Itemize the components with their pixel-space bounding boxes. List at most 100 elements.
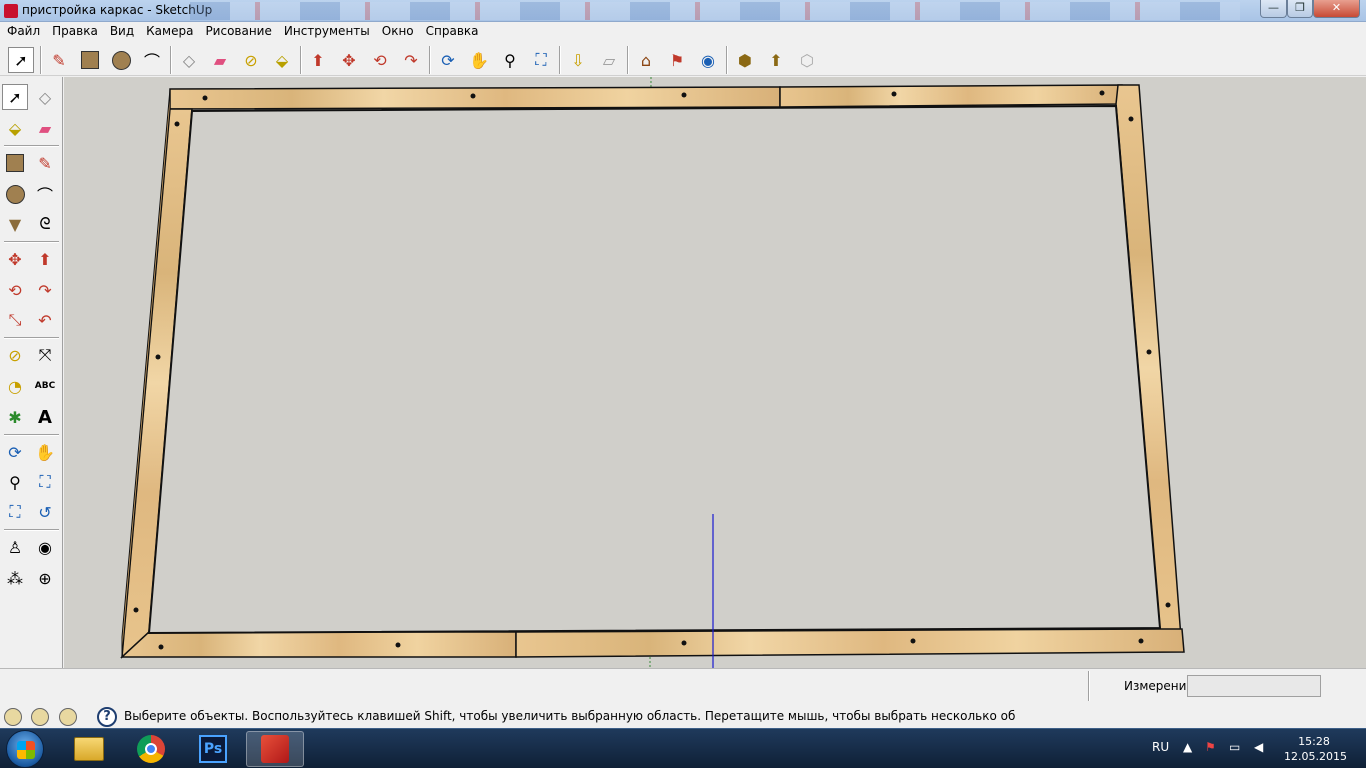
send-to-layout-button[interactable]: ⚑: [664, 47, 690, 73]
arc-tool-button[interactable]: ⌒: [139, 47, 165, 73]
sign-in-icon[interactable]: [59, 708, 77, 726]
menu-camera[interactable]: Камера: [139, 22, 198, 38]
axes-tool-button[interactable]: ✱: [2, 404, 28, 430]
position-camera-button[interactable]: ♙: [2, 534, 28, 560]
look-around-button[interactable]: ◉: [32, 534, 58, 560]
follow-me-button[interactable]: ↷: [32, 277, 58, 303]
menu-draw[interactable]: Рисование: [198, 22, 276, 38]
language-indicator[interactable]: RU: [1152, 740, 1169, 754]
share-model-button[interactable]: ▱: [596, 47, 622, 73]
menu-window[interactable]: Окно: [375, 22, 419, 38]
dimension-icon: ⤧: [38, 345, 52, 364]
rectangle-tool-button[interactable]: [77, 47, 103, 73]
menu-edit[interactable]: Правка: [45, 22, 103, 38]
measurements-input[interactable]: [1187, 675, 1321, 697]
zoom-extents-button[interactable]: ⛶: [528, 47, 554, 73]
taskbar-explorer[interactable]: [60, 731, 118, 767]
geo-location-icon[interactable]: [4, 708, 22, 726]
pencil-icon: ✎: [52, 50, 66, 70]
rectangle-tool-button[interactable]: [2, 150, 28, 176]
pan-button[interactable]: ✋: [32, 439, 58, 465]
zoom-window-button[interactable]: ⛶: [32, 469, 58, 495]
maximize-button[interactable]: ❐: [1287, 0, 1313, 18]
top-beam-left[interactable]: [169, 86, 781, 110]
network-icon[interactable]: ▭: [1229, 740, 1240, 754]
previous-view-button[interactable]: ↺: [32, 499, 58, 525]
bottom-beam-left[interactable]: [120, 631, 517, 658]
bottom-beam-right[interactable]: [515, 628, 1185, 658]
get-models-button[interactable]: ⇩: [565, 47, 591, 73]
taskbar-photoshop[interactable]: Ps: [184, 731, 242, 767]
dimension-tool-button[interactable]: ⤧: [32, 342, 58, 368]
export-button[interactable]: ⬆: [763, 47, 789, 73]
protractor-icon: ◔: [8, 376, 22, 396]
freehand-tool-button[interactable]: ᘓ: [32, 211, 58, 237]
circle-tool-button[interactable]: [108, 47, 134, 73]
show-hidden-icons-icon[interactable]: ▲: [1183, 740, 1192, 754]
zoom-button[interactable]: ⚲: [2, 469, 28, 495]
credits-icon[interactable]: [31, 708, 49, 726]
menu-view[interactable]: Вид: [103, 22, 139, 38]
rotate-tool-button[interactable]: ⟲: [367, 47, 393, 73]
paint-bucket-button[interactable]: ⬙: [269, 47, 295, 73]
start-button[interactable]: [6, 730, 44, 768]
paint-bucket-button[interactable]: ⬙: [2, 115, 28, 141]
zoom-extents-button[interactable]: ⛶: [2, 499, 28, 525]
pencil-tool-button[interactable]: ✎: [32, 150, 58, 176]
close-button[interactable]: ✕: [1313, 0, 1360, 18]
protractor-tool-button[interactable]: ◔: [2, 373, 28, 399]
section-plane-button[interactable]: ⊕: [32, 565, 58, 591]
rectangle-icon: [81, 51, 99, 69]
3d-text-tool-button[interactable]: A: [32, 404, 58, 430]
select-tool-button[interactable]: ➚: [2, 84, 28, 110]
arc-tool-button[interactable]: ⌒: [32, 181, 58, 207]
rotate-tool-button[interactable]: ⟲: [2, 277, 28, 303]
tape-measure-button[interactable]: ⊘: [2, 342, 28, 368]
orbit-button[interactable]: ⟳: [435, 47, 461, 73]
pan-button[interactable]: ✋: [466, 47, 492, 73]
components-button[interactable]: ⬢: [732, 47, 758, 73]
text-tool-button[interactable]: ABC: [32, 373, 58, 399]
top-beam-right[interactable]: [779, 84, 1123, 108]
get-photo-texture-button[interactable]: ⌂: [633, 47, 659, 73]
polygon-tool-button[interactable]: ▼: [2, 211, 28, 237]
move-tool-button[interactable]: ✥: [336, 47, 362, 73]
orbit-button[interactable]: ⟳: [2, 439, 28, 465]
rotate-icon: ⟲: [373, 50, 387, 70]
chrome-icon: [137, 735, 165, 763]
follow-me-button[interactable]: ↷: [398, 47, 424, 73]
eraser-tool-button[interactable]: ▰: [207, 47, 233, 73]
menu-help[interactable]: Справка: [419, 22, 484, 38]
position-camera-icon: ♙: [7, 537, 23, 557]
walk-button[interactable]: ⁂: [2, 565, 28, 591]
move-tool-button[interactable]: ✥: [2, 246, 28, 272]
select-tool-button[interactable]: ➚: [8, 47, 34, 73]
zoom-button[interactable]: ⚲: [497, 47, 523, 73]
scale-tool-button[interactable]: ⤡: [2, 307, 28, 333]
make-component-button[interactable]: ◇: [176, 47, 202, 73]
pencil-tool-button[interactable]: ✎: [46, 47, 72, 73]
circle-tool-button[interactable]: [2, 181, 28, 207]
footprints-icon: ⁂: [7, 568, 23, 588]
minimize-button[interactable]: —: [1260, 0, 1287, 18]
menu-tools[interactable]: Инструменты: [277, 22, 375, 38]
volume-icon[interactable]: ◀: [1254, 740, 1263, 754]
eraser-tool-button[interactable]: ▰: [32, 115, 58, 141]
taskbar-sketchup[interactable]: [246, 731, 304, 767]
push-pull-button[interactable]: ⬆: [32, 246, 58, 272]
push-pull-button[interactable]: ⬆: [305, 47, 331, 73]
model-viewport[interactable]: [64, 77, 1366, 668]
warehouse-icon: ◉: [701, 50, 715, 70]
menu-file[interactable]: Файл: [0, 22, 45, 38]
taskbar-chrome[interactable]: [122, 731, 180, 767]
offset-tool-button[interactable]: ↶: [32, 307, 58, 333]
preview-button[interactable]: ⬡: [794, 47, 820, 73]
taskbar-clock[interactable]: 15:28 12.05.2015: [1284, 734, 1347, 764]
tape-measure-button[interactable]: ⊘: [238, 47, 264, 73]
warehouse-button[interactable]: ◉: [695, 47, 721, 73]
make-component-button[interactable]: ◇: [32, 84, 58, 110]
action-center-icon[interactable]: ⚑: [1205, 740, 1216, 754]
section-plane-icon: ⊕: [38, 568, 52, 588]
help-icon[interactable]: ?: [97, 707, 117, 727]
zoom-icon: ⚲: [9, 472, 21, 492]
